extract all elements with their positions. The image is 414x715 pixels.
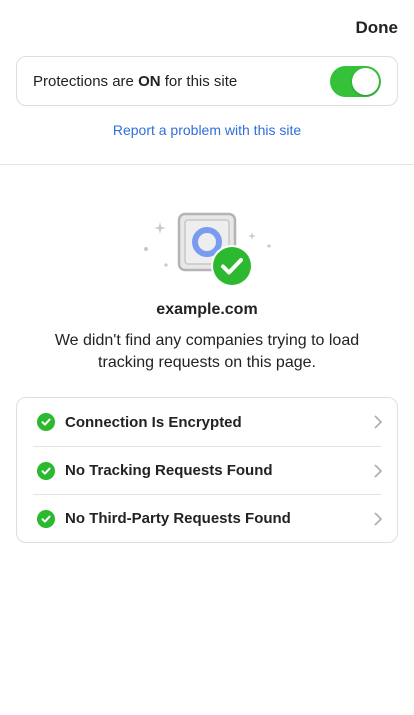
chevron-right-icon (374, 512, 382, 525)
protections-status-text: Protections are ON for this site (33, 73, 237, 90)
list-item-label: Connection Is Encrypted (65, 413, 242, 431)
tracking-summary-text: We didn't find any companies trying to l… (54, 332, 360, 371)
protected-site-icon (144, 212, 271, 287)
chevron-right-icon (374, 464, 382, 477)
protections-card: Protections are ON for this site (16, 56, 398, 106)
status-list: Connection Is Encrypted No Tracking Requ… (16, 397, 398, 543)
protections-toggle[interactable] (330, 65, 381, 97)
chevron-right-icon (374, 415, 382, 429)
section-divider (0, 164, 414, 165)
protections-state: ON (138, 72, 161, 90)
list-item-connection-encrypted[interactable]: Connection Is Encrypted (33, 398, 382, 446)
list-item-label: No Third-Party Requests Found (65, 510, 291, 527)
protections-suffix: for this site (160, 72, 238, 90)
check-circle-icon (37, 509, 55, 528)
list-item-label: No Tracking Requests Found (65, 462, 273, 479)
report-problem-link[interactable]: Report a problem with this site (0, 122, 414, 138)
list-item-no-third-party-requests[interactable]: No Third-Party Requests Found (33, 494, 382, 542)
check-circle-icon (37, 461, 55, 480)
privacy-dashboard: Done Protections are ON for this site Re… (0, 0, 414, 715)
protections-prefix: Protections are (33, 72, 139, 90)
done-button[interactable]: Done (356, 18, 399, 38)
check-badge-icon (213, 247, 251, 285)
site-domain: example.com (156, 301, 258, 318)
toggle-knob (352, 67, 379, 95)
list-item-no-tracking-requests[interactable]: No Tracking Requests Found (33, 446, 382, 494)
check-circle-icon (37, 413, 55, 431)
